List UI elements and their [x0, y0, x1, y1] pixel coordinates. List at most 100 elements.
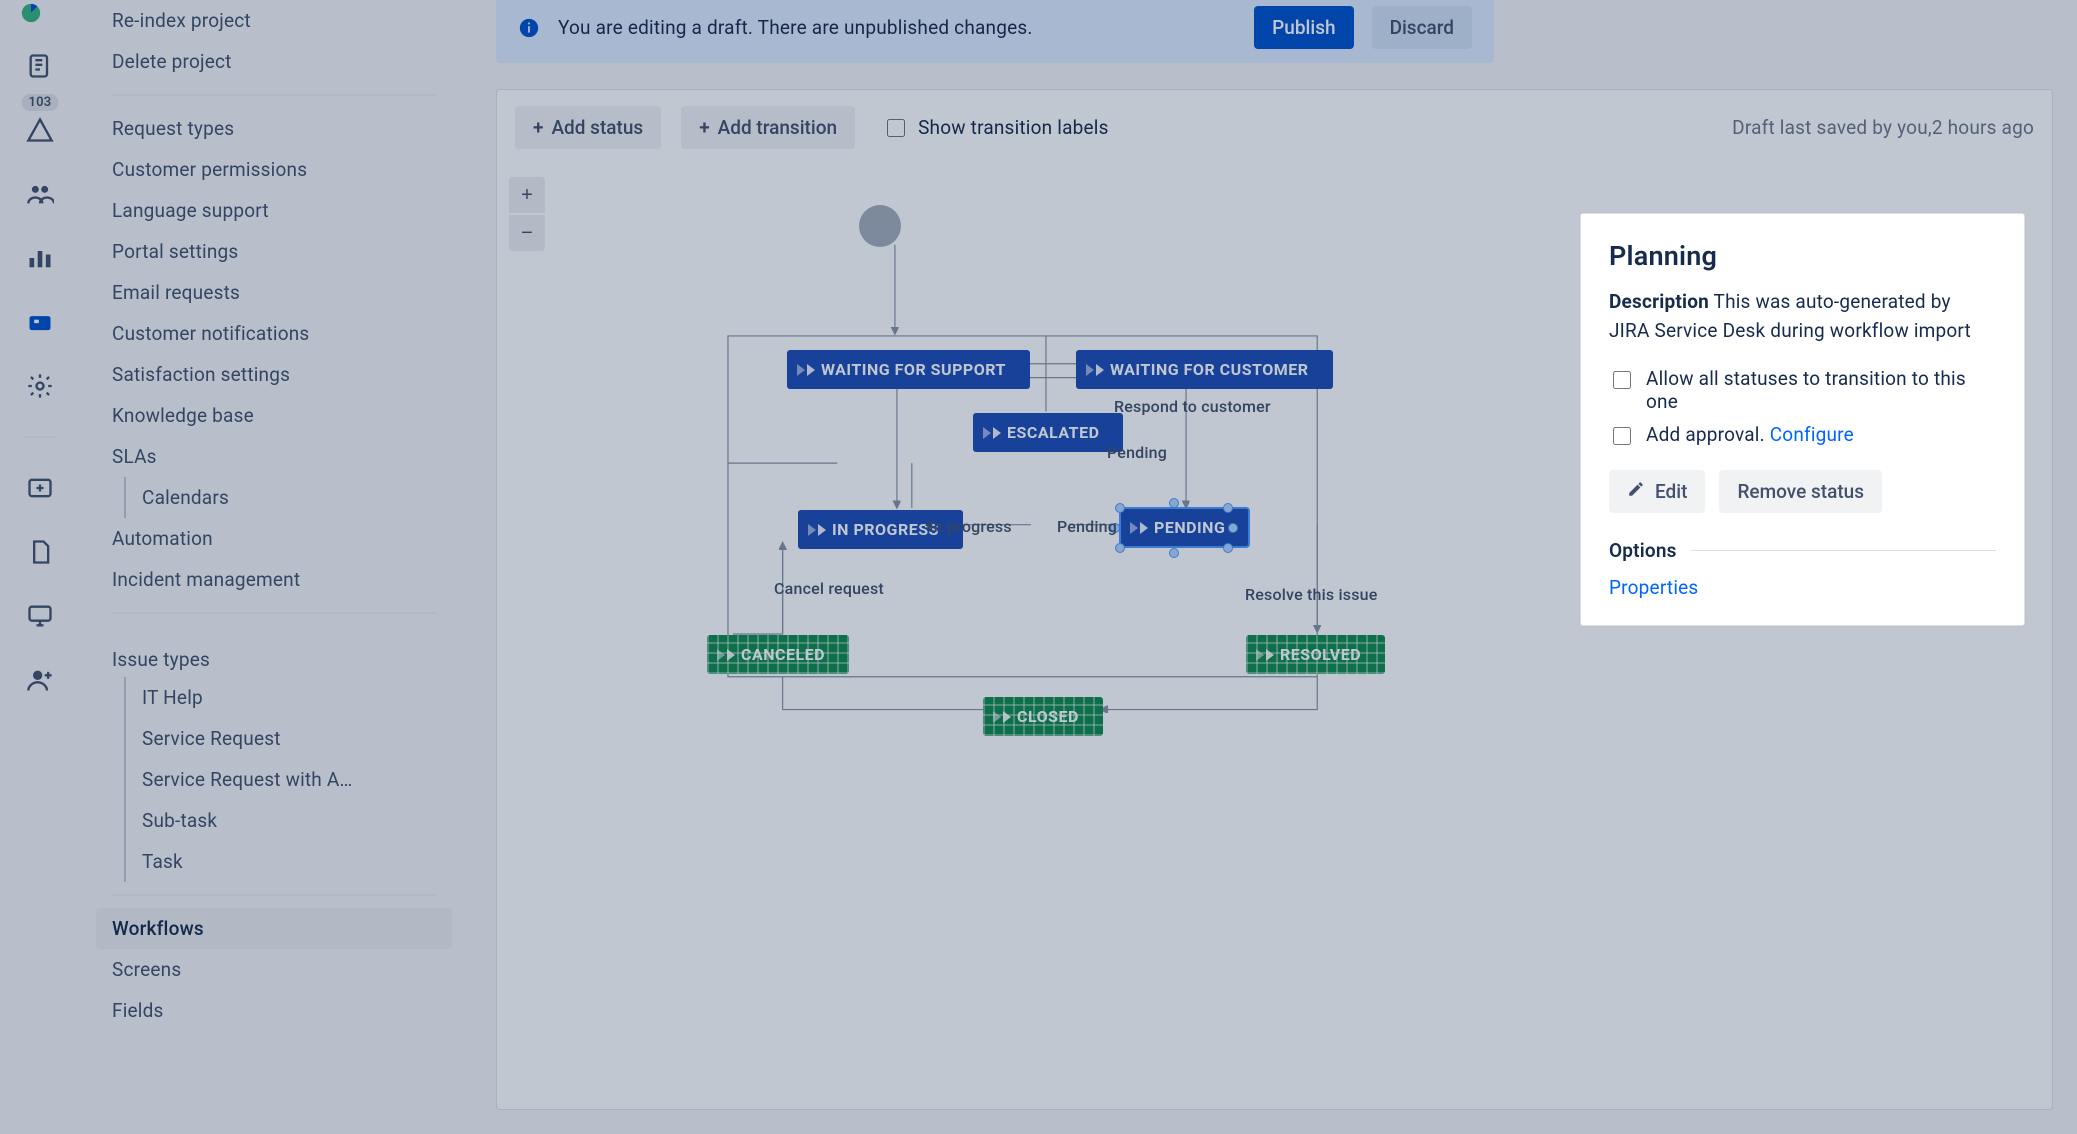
add-transition-label: Add transition: [718, 116, 837, 139]
resize-handle[interactable]: [1228, 523, 1238, 533]
allow-all-checkbox[interactable]: [1613, 371, 1631, 389]
sidebar-item-delete-project[interactable]: Delete project: [96, 41, 452, 82]
remove-status-button[interactable]: Remove status: [1719, 470, 1882, 513]
transition-label-cancel: Cancel request: [774, 579, 884, 598]
status-closed[interactable]: CLOSED: [983, 697, 1103, 736]
zoom-out-button[interactable]: −: [509, 215, 545, 251]
zoom-in-button[interactable]: +: [509, 177, 545, 213]
sidebar-item-kb[interactable]: Knowledge base: [96, 395, 452, 436]
resize-handle[interactable]: [1223, 543, 1233, 553]
rail-divider: [24, 436, 56, 438]
sidebar-item-automation[interactable]: Automation: [96, 518, 452, 559]
add-status-button[interactable]: + Add status: [515, 106, 661, 149]
sidebar-item-email[interactable]: Email requests: [96, 272, 452, 313]
draft-notice: You are editing a draft. There are unpub…: [496, 0, 1494, 63]
nav-reports-icon[interactable]: [20, 238, 60, 278]
alerts-badge: 103: [22, 94, 59, 111]
nav-page-icon[interactable]: [20, 532, 60, 572]
sidebar-item-satisfaction[interactable]: Satisfaction settings: [96, 354, 452, 395]
global-nav-rail: 103: [0, 0, 80, 1134]
sidebar-item-request-types[interactable]: Request types: [96, 108, 452, 149]
project-settings-sidebar: Re-index project Delete project Request …: [80, 0, 472, 1134]
add-approval-label: Add approval.: [1646, 423, 1765, 446]
resize-handle[interactable]: [1223, 503, 1233, 513]
info-icon: [518, 17, 540, 39]
status-in-progress[interactable]: IN PROGRESS: [798, 510, 963, 549]
sidebar-item-calendars[interactable]: Calendars: [96, 477, 452, 518]
options-label: Options: [1609, 539, 1677, 562]
sidebar-heading-issuetypes[interactable]: Issue types: [96, 626, 452, 677]
sidebar-item-customer-permissions[interactable]: Customer permissions: [96, 149, 452, 190]
draft-time: 2 hours ago: [1932, 116, 2034, 139]
sidebar-item-fields[interactable]: Fields: [96, 990, 452, 1031]
status-resolved[interactable]: RESOLVED: [1246, 635, 1385, 674]
sidebar-item-portal[interactable]: Portal settings: [96, 231, 452, 272]
nav-settings-icon[interactable]: [20, 366, 60, 406]
resize-handle[interactable]: [1169, 498, 1179, 508]
sidebar-item-service-request[interactable]: Service Request: [96, 718, 452, 759]
nav-desktop-icon[interactable]: [20, 596, 60, 636]
nav-project-icon[interactable]: [20, 302, 60, 342]
draft-prefix: Draft last saved by you,: [1732, 116, 1932, 139]
nav-alerts-icon[interactable]: 103: [20, 110, 60, 150]
add-approval-toggle[interactable]: Add approval. Configure: [1609, 423, 1996, 448]
sidebar-item-incident[interactable]: Incident management: [96, 559, 452, 600]
transition-label-resolve: Resolve this issue: [1245, 585, 1378, 604]
status-detail-panel: Planning Description This was auto-gener…: [1580, 213, 2025, 626]
add-transition-button[interactable]: + Add transition: [681, 106, 855, 149]
sidebar-item-language[interactable]: Language support: [96, 190, 452, 231]
show-labels-text: Show transition labels: [918, 116, 1109, 139]
resize-handle[interactable]: [1110, 523, 1120, 533]
sidebar-item-slas[interactable]: SLAs: [96, 436, 452, 477]
resize-handle[interactable]: [1169, 548, 1179, 558]
detail-description: Description This was auto-generated by J…: [1609, 288, 1996, 345]
publish-button[interactable]: Publish: [1254, 6, 1353, 49]
sidebar-item-notifications[interactable]: Customer notifications: [96, 313, 452, 354]
resize-handle[interactable]: [1115, 543, 1125, 553]
sidebar-item-workflows[interactable]: Workflows: [96, 908, 452, 949]
edit-label: Edit: [1655, 480, 1687, 503]
sidebar-divider: [112, 94, 436, 96]
sidebar-item-reindex[interactable]: Re-index project: [96, 0, 452, 41]
sidebar-item-task[interactable]: Task: [96, 841, 452, 882]
draft-saved-info: Draft last saved by you,2 hours ago: [1732, 116, 2034, 139]
detail-title: Planning: [1609, 240, 1996, 272]
add-status-label: Add status: [551, 116, 643, 139]
product-logo-icon: [20, 2, 60, 22]
sidebar-item-screens[interactable]: Screens: [96, 949, 452, 990]
plus-icon: +: [533, 116, 543, 139]
discard-button[interactable]: Discard: [1372, 6, 1472, 49]
properties-link[interactable]: Properties: [1609, 576, 1698, 599]
resize-handle[interactable]: [1115, 503, 1125, 513]
options-heading: Options: [1609, 539, 1996, 562]
show-labels-checkbox[interactable]: [887, 119, 905, 137]
allow-all-label: Allow all statuses to transition to this…: [1646, 367, 1996, 413]
sidebar-divider: [112, 612, 436, 614]
zoom-controls: + −: [509, 177, 545, 251]
status-canceled[interactable]: CANCELED: [707, 635, 849, 674]
nav-queues-icon[interactable]: [20, 46, 60, 86]
allow-all-toggle[interactable]: Allow all statuses to transition to this…: [1609, 367, 1996, 413]
status-waiting-for-customer[interactable]: WAITING FOR CUSTOMER: [1076, 350, 1333, 389]
sidebar-item-service-request-approval[interactable]: Service Request with A…: [96, 759, 452, 800]
desc-label: Description: [1609, 290, 1709, 313]
add-approval-checkbox[interactable]: [1613, 427, 1631, 445]
nav-invite-icon[interactable]: [20, 660, 60, 700]
sidebar-item-it-help[interactable]: IT Help: [96, 677, 452, 718]
status-escalated[interactable]: ESCALATED: [973, 413, 1123, 452]
pencil-icon: [1627, 480, 1645, 503]
draft-notice-text: You are editing a draft. There are unpub…: [558, 16, 1236, 39]
plus-icon: +: [699, 116, 709, 139]
transition-label-respond: Respond to customer: [1114, 397, 1271, 416]
workflow-start-node[interactable]: [859, 205, 901, 247]
nav-people-icon[interactable]: [20, 174, 60, 214]
edit-status-button[interactable]: Edit: [1609, 470, 1705, 513]
show-labels-toggle[interactable]: Show transition labels: [883, 116, 1109, 140]
sidebar-divider: [112, 894, 436, 896]
sidebar-item-subtask[interactable]: Sub-task: [96, 800, 452, 841]
transition-label-pending2: Pending: [1057, 517, 1117, 536]
configure-link[interactable]: Configure: [1770, 423, 1854, 446]
workflow-toolbar: + Add status + Add transition Show transit…: [497, 90, 2052, 165]
nav-add-item-icon[interactable]: [20, 468, 60, 508]
status-waiting-for-support[interactable]: WAITING FOR SUPPORT: [787, 350, 1030, 389]
